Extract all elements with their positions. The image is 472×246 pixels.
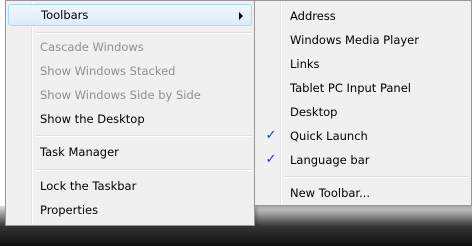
menu-item-show-the-desktop[interactable]: Show the Desktop (8, 108, 252, 130)
menu-item-label: Lock the Taskbar (40, 179, 137, 193)
menu-item-label: Language bar (290, 153, 370, 167)
checkmark-icon: ✓ (265, 152, 277, 167)
submenu-item-tablet-pc-input-panel[interactable]: Tablet PC Input Panel (257, 77, 469, 99)
menu-item-show-windows-side-by-side[interactable]: Show Windows Side by Side (8, 84, 252, 106)
menu-item-label: Properties (40, 203, 99, 217)
menu-item-cascade-windows[interactable]: Cascade Windows (8, 36, 252, 58)
menu-separator (36, 135, 252, 137)
submenu-item-language-bar[interactable]: ✓ Language bar (257, 149, 469, 171)
menu-item-label: Quick Launch (290, 129, 368, 143)
submenu-item-windows-media-player[interactable]: Windows Media Player (257, 29, 469, 51)
menu-item-label: Show the Desktop (40, 112, 145, 126)
chevron-right-icon (239, 12, 243, 20)
menu-item-label: New Toolbar... (290, 186, 371, 200)
menu-separator (36, 169, 252, 171)
menu-item-label: Links (290, 57, 320, 71)
menu-item-label: Desktop (290, 105, 338, 119)
taskbar-context-menu: Toolbars Cascade Windows Show Windows St… (5, 0, 255, 226)
submenu-item-links[interactable]: Links (257, 53, 469, 75)
toolbars-submenu: Address Windows Media Player Links Table… (254, 0, 472, 206)
submenu-item-address[interactable]: Address (257, 5, 469, 27)
checkmark-icon: ✓ (265, 128, 277, 143)
menu-separator (285, 176, 469, 178)
submenu-item-quick-launch[interactable]: ✓ Quick Launch (257, 125, 469, 147)
menu-item-label: Task Manager (40, 145, 119, 159)
menu-item-properties[interactable]: Properties (8, 199, 252, 221)
menu-item-label: Toolbars (41, 8, 89, 22)
submenu-item-new-toolbar[interactable]: New Toolbar... (257, 182, 469, 204)
menu-item-label: Show Windows Side by Side (40, 88, 201, 102)
submenu-item-desktop[interactable]: Desktop (257, 101, 469, 123)
menu-separator (36, 32, 252, 34)
menu-item-label: Tablet PC Input Panel (290, 81, 411, 95)
menu-item-task-manager[interactable]: Task Manager (8, 141, 252, 163)
menu-item-show-windows-stacked[interactable]: Show Windows Stacked (8, 60, 252, 82)
menu-item-lock-the-taskbar[interactable]: Lock the Taskbar (8, 175, 252, 197)
menu-item-toolbars[interactable]: Toolbars (8, 4, 252, 26)
menu-item-label: Windows Media Player (290, 33, 419, 47)
menu-item-label: Address (290, 9, 336, 23)
taskbar[interactable] (0, 226, 472, 246)
menu-item-label: Show Windows Stacked (40, 64, 176, 78)
menu-item-label: Cascade Windows (40, 40, 144, 54)
